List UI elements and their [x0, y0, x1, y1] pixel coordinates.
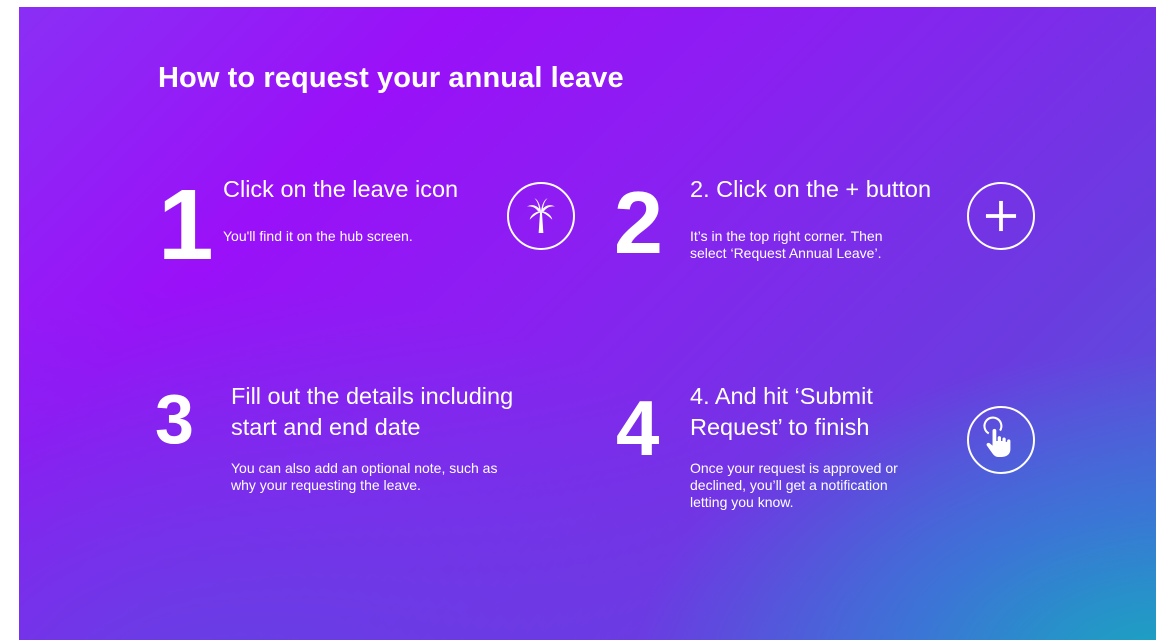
- step-2-description-line-2: select ‘Request Annual Leave’.: [690, 245, 882, 261]
- step-3-description: You can also add an optional note, such …: [231, 460, 497, 494]
- plus-icon: [967, 182, 1035, 250]
- step-1-heading: Click on the leave icon: [223, 176, 459, 202]
- step-1-number: 1: [158, 169, 214, 281]
- step-4-description: Once your request is approved or decline…: [690, 460, 898, 511]
- step-2-number: 2: [614, 173, 663, 272]
- slide: How to request your annual leave 1 Click…: [19, 7, 1156, 640]
- step-4-heading-line-2: Request’ to finish: [690, 414, 870, 440]
- step-3-number: 3: [155, 380, 194, 458]
- step-3-description-line-2: why your requesting the leave.: [231, 477, 421, 493]
- step-2-heading: 2. Click on the + button: [690, 176, 932, 202]
- step-4-number: 4: [616, 384, 660, 472]
- palm-tree-icon: [507, 182, 575, 250]
- step-4-description-line-2: declined, you’ll get a notification: [690, 477, 888, 493]
- step-4-description-line-1: Once your request is approved or: [690, 460, 898, 476]
- page-title: How to request your annual leave: [158, 62, 624, 94]
- step-4-heading: 4. And hit ‘Submit Request’ to finish: [690, 381, 873, 443]
- step-3-description-line-1: You can also add an optional note, such …: [231, 460, 498, 476]
- step-2-description: It’s in the top right corner. Then selec…: [690, 228, 883, 262]
- step-4-description-line-3: letting you know.: [690, 494, 794, 510]
- step-2-description-line-1: It’s in the top right corner. Then: [690, 228, 883, 244]
- step-3-heading-line-2: start and end date: [231, 414, 421, 440]
- step-1-description: You'll find it on the hub screen.: [223, 228, 413, 244]
- step-3-heading: Fill out the details including start and…: [231, 381, 513, 443]
- step-3-heading-line-1: Fill out the details including: [231, 383, 514, 409]
- step-4-heading-line-1: 4. And hit ‘Submit: [690, 383, 873, 409]
- tap-hand-icon: [967, 406, 1035, 474]
